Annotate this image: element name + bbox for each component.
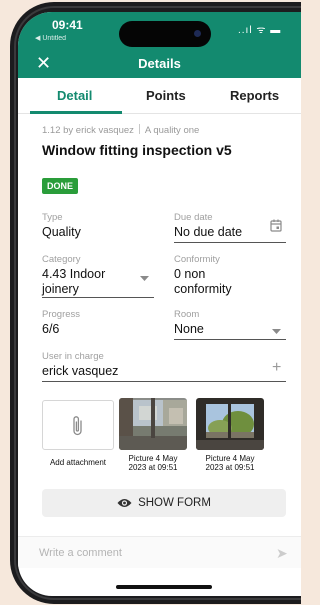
dynamic-island bbox=[119, 21, 211, 47]
show-form-button[interactable]: SHOW FORM bbox=[42, 489, 286, 517]
room-dropdown-arrow-icon[interactable] bbox=[272, 322, 281, 340]
category-value[interactable]: 4.43 Indoor joinery bbox=[42, 267, 105, 297]
room-value[interactable]: None bbox=[174, 322, 204, 337]
page-title: Window fitting inspection v5 bbox=[42, 142, 232, 158]
attachment-photo-1[interactable] bbox=[119, 398, 187, 450]
photo-1-caption-line1: Picture 4 May bbox=[128, 454, 178, 463]
tab-reports[interactable]: Reports bbox=[230, 88, 279, 103]
due-date-label: Due date bbox=[174, 212, 213, 223]
photo-2-caption-line2: 2023 at 09:51 bbox=[205, 463, 255, 472]
add-attachment-label: Add attachment bbox=[49, 458, 107, 467]
app-screen: 09:41 ◀ Untitled ..ıl ᯤ ▬ ✕ Details Deta… bbox=[18, 12, 301, 596]
attachment-photo-2[interactable] bbox=[196, 398, 264, 450]
tab-detail[interactable]: Detail bbox=[57, 88, 92, 103]
category-value-line2: joinery bbox=[42, 282, 79, 296]
app-header: 09:41 ◀ Untitled ..ıl ᯤ ▬ ✕ Details bbox=[18, 12, 301, 78]
progress-label: Progress bbox=[42, 309, 81, 320]
status-badge: DONE bbox=[42, 178, 79, 194]
eye-icon bbox=[117, 499, 132, 507]
due-date-underline bbox=[174, 242, 286, 243]
paperclip-icon bbox=[73, 416, 82, 436]
room-underline bbox=[174, 339, 286, 340]
status-icons: ..ıl ᯤ ▬ bbox=[238, 25, 282, 36]
type-value[interactable]: Quality bbox=[42, 225, 81, 240]
show-form-label: SHOW FORM bbox=[138, 497, 211, 509]
breadcrumb-divider bbox=[138, 124, 140, 134]
photo-2-caption-line1: Picture 4 May bbox=[205, 454, 255, 463]
comment-input[interactable]: Write a comment bbox=[39, 547, 122, 559]
category-dropdown-arrow-icon[interactable] bbox=[140, 269, 149, 287]
camera-dot bbox=[194, 30, 201, 37]
type-label: Type bbox=[42, 212, 63, 223]
breadcrumb-category: A quality one bbox=[144, 125, 200, 136]
calendar-icon[interactable] bbox=[270, 219, 282, 237]
breadcrumb: 1.12 by erick vasquez A quality one bbox=[42, 124, 199, 136]
active-tab-indicator bbox=[30, 111, 122, 114]
room-label: Room bbox=[174, 309, 200, 320]
category-underline bbox=[42, 297, 154, 298]
add-attachment-button[interactable] bbox=[42, 400, 114, 450]
conformity-value-line1: 0 non bbox=[174, 267, 206, 281]
tab-bar: Detail Points Reports bbox=[18, 78, 301, 114]
send-icon[interactable]: ➤ bbox=[276, 545, 288, 562]
user-underline bbox=[42, 381, 286, 382]
breadcrumb-id-author: 1.12 by erick vasquez bbox=[42, 125, 134, 136]
home-indicator bbox=[116, 585, 212, 589]
conformity-value: 0 non conformity bbox=[174, 267, 232, 297]
status-back-app[interactable]: ◀ Untitled bbox=[35, 34, 66, 42]
user-in-charge-value[interactable]: erick vasquez bbox=[42, 364, 118, 379]
status-time: 09:41 bbox=[52, 18, 83, 32]
attachment-photo-1-caption: Picture 4 May 2023 at 09:51 bbox=[117, 454, 189, 472]
attachment-photo-2-caption: Picture 4 May 2023 at 09:51 bbox=[194, 454, 266, 472]
photo-1-caption-line2: 2023 at 09:51 bbox=[128, 463, 178, 472]
tab-points[interactable]: Points bbox=[146, 88, 186, 103]
progress-value: 6/6 bbox=[42, 322, 60, 336]
comment-bar: Write a comment ➤ bbox=[18, 536, 301, 568]
page-header-title: Details bbox=[138, 56, 181, 71]
user-in-charge-label: User in charge bbox=[42, 351, 104, 362]
plus-icon[interactable]: + bbox=[272, 359, 281, 377]
conformity-label: Conformity bbox=[174, 254, 220, 265]
due-date-value[interactable]: No due date bbox=[174, 225, 242, 240]
category-value-line1: 4.43 Indoor bbox=[42, 267, 106, 281]
conformity-value-line2: conformity bbox=[174, 282, 232, 296]
category-label: Category bbox=[42, 254, 81, 265]
